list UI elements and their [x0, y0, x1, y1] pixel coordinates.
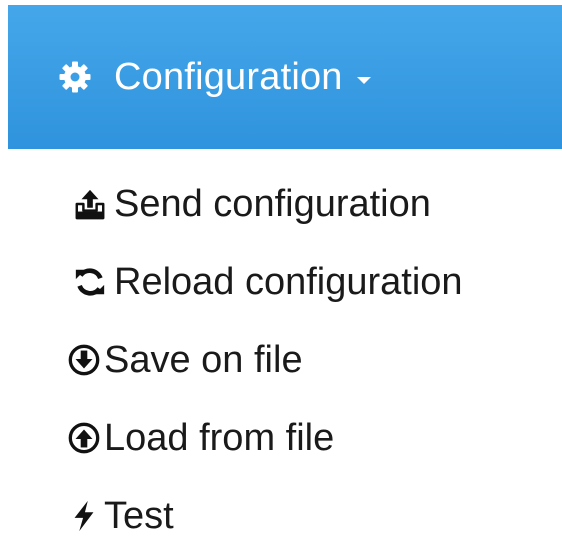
app-frame: Configuration Send configuration Reload … [0, 0, 562, 537]
upload-tray-icon [72, 186, 108, 222]
gear-icon [58, 60, 92, 94]
caret-down-icon [356, 76, 371, 84]
arrow-circle-up-icon [66, 420, 102, 456]
bolt-icon [66, 498, 102, 534]
menu-item-send-configuration[interactable]: Send configuration [0, 165, 562, 243]
menu-item-test[interactable]: Test [0, 477, 562, 537]
dropdown-menu: Send configuration Reload configuration [0, 165, 562, 537]
menu-item-reload-configuration[interactable]: Reload configuration [0, 243, 562, 321]
arrow-circle-down-icon [66, 342, 102, 378]
refresh-icon [72, 264, 108, 300]
menu-item-label: Load from file [104, 417, 335, 459]
configuration-dropdown-toggle[interactable]: Configuration [8, 5, 562, 149]
menu-item-save-on-file[interactable]: Save on file [0, 321, 562, 399]
menu-item-label: Save on file [104, 339, 303, 381]
menu-item-label: Reload configuration [114, 261, 463, 303]
menu-title: Configuration [114, 56, 343, 98]
menu-item-label: Send configuration [114, 183, 431, 225]
menu-item-label: Test [104, 495, 174, 537]
menu-item-load-from-file[interactable]: Load from file [0, 399, 562, 477]
